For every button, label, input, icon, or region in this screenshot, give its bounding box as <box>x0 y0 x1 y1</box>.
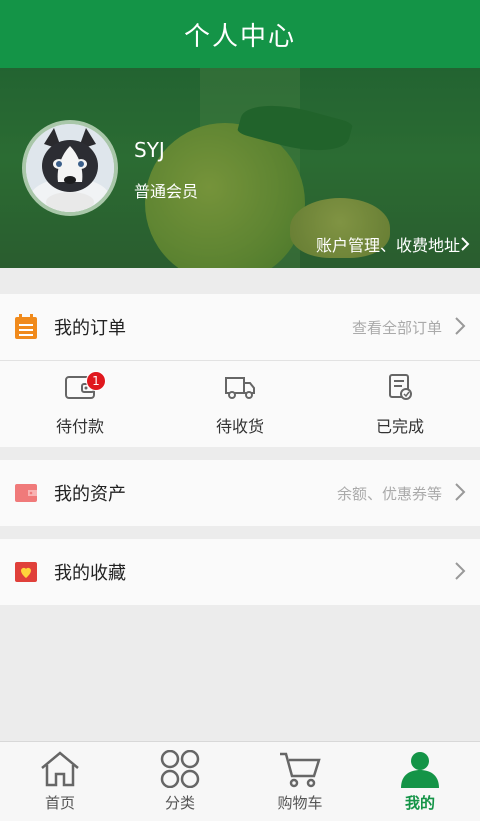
chevron-right-icon <box>461 237 470 251</box>
tab-mine[interactable]: 我的 <box>360 742 480 821</box>
profile-banner: SYJ 普通会员 账户管理、收费地址 <box>0 68 480 268</box>
favorites-section: 我的收藏 <box>0 539 480 605</box>
tab-mine-label: 我的 <box>404 794 435 812</box>
my-favorites-label: 我的收藏 <box>54 563 126 584</box>
order-status-grid: 1 待付款 待收货 已完成 <box>0 361 480 447</box>
my-orders-label: 我的订单 <box>54 318 126 339</box>
chevron-right-icon <box>455 483 466 501</box>
username: SYJ <box>134 138 165 162</box>
pending-payment-badge: 1 <box>86 371 106 391</box>
home-icon <box>41 751 79 787</box>
favorites-icon <box>15 562 37 582</box>
assets-icon <box>15 484 37 502</box>
my-orders-row[interactable]: 我的订单 查看全部订单 <box>0 294 480 360</box>
completed-button[interactable]: 已完成 <box>320 361 480 447</box>
tab-category[interactable]: 分类 <box>120 742 240 821</box>
cart-icon <box>280 752 321 788</box>
tab-cart[interactable]: 购物车 <box>240 742 360 821</box>
pending-payment-label: 待付款 <box>55 417 104 436</box>
orders-section: 我的订单 查看全部订单 1 待付款 待收货 已完成 <box>0 294 480 447</box>
orders-icon <box>15 314 37 339</box>
bottom-navigation: 首页 分类 购物车 我的 <box>0 741 480 821</box>
tab-category-label: 分类 <box>164 794 195 812</box>
pending-receipt-button[interactable]: 待收货 <box>160 361 320 447</box>
pending-payment-button[interactable]: 1 待付款 <box>0 361 160 447</box>
account-management-link[interactable]: 账户管理、收费地址 <box>316 232 470 256</box>
completed-label: 已完成 <box>375 417 424 436</box>
avatar[interactable] <box>22 120 118 216</box>
assets-hint: 余额、优惠券等 <box>336 484 442 503</box>
truck-icon <box>225 377 255 399</box>
view-all-orders-link[interactable]: 查看全部订单 <box>352 317 442 338</box>
tab-cart-label: 购物车 <box>277 794 323 812</box>
account-link-label: 账户管理、收费地址 <box>315 236 460 255</box>
receipt-icon <box>389 374 412 400</box>
my-assets-label: 我的资产 <box>54 484 126 505</box>
tab-home-label: 首页 <box>44 794 75 812</box>
chevron-right-icon <box>455 562 466 580</box>
page-title: 个人中心 <box>183 21 296 52</box>
my-assets-row[interactable]: 我的资产 余额、优惠券等 <box>0 460 480 526</box>
top-bar: 个人中心 <box>0 0 480 68</box>
pending-receipt-label: 待收货 <box>215 417 264 436</box>
tab-home[interactable]: 首页 <box>0 742 120 821</box>
member-level: 普通会员 <box>134 182 199 201</box>
chevron-right-icon <box>455 317 466 335</box>
category-icon <box>160 750 200 788</box>
user-icon <box>401 752 439 788</box>
assets-section: 我的资产 余额、优惠券等 <box>0 460 480 526</box>
dog-avatar-image <box>26 124 114 212</box>
my-favorites-row[interactable]: 我的收藏 <box>0 539 480 605</box>
